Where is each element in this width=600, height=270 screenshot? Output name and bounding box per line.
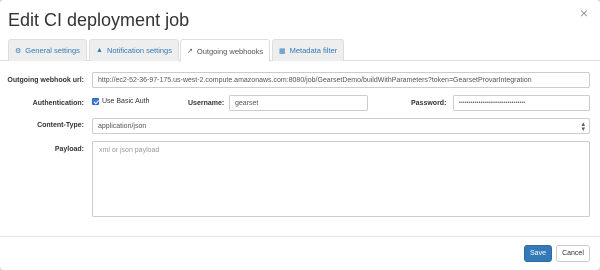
password-label: Password: <box>411 100 447 107</box>
tab-label: Metadata filter <box>289 46 338 55</box>
footer-divider <box>0 236 600 237</box>
close-icon[interactable]: × <box>580 6 588 20</box>
edit-ci-job-dialog: × Edit CI deployment job ⚙ General setti… <box>0 0 600 270</box>
payload-textarea[interactable]: xml or json payload <box>92 141 590 217</box>
webhook-url-label: Outgoing webhook url: <box>7 77 84 84</box>
dialog-title: Edit CI deployment job <box>8 10 190 30</box>
select-updown-icon: ▴ ▾ <box>581 121 585 133</box>
basic-auth-checkbox[interactable] <box>92 98 99 105</box>
password-input[interactable]: •••••••••••••••••••••••••••••••••• <box>453 95 590 111</box>
content-type-select[interactable]: application/json ▴ ▾ <box>92 118 590 134</box>
bell-icon: ▲ <box>96 47 103 54</box>
username-input[interactable]: gearset <box>229 95 368 111</box>
tab-bar: ⚙ General settings ▲ Notification settin… <box>0 37 600 62</box>
tab-notification-settings[interactable]: ▲ Notification settings <box>89 39 179 61</box>
basic-auth-label: Use Basic Auth <box>102 98 150 105</box>
tab-general-settings[interactable]: ⚙ General settings <box>8 39 87 61</box>
tab-label: General settings <box>25 46 80 55</box>
username-label: Username: <box>188 100 225 107</box>
content-type-label: Content-Type: <box>37 122 84 129</box>
content-type-value: application/json <box>98 122 147 130</box>
basic-auth-toggle[interactable]: Use Basic Auth <box>92 98 149 105</box>
webhook-url-input[interactable]: http://ec2-52-36-97-175.us-west-2.comput… <box>92 72 590 88</box>
tab-outgoing-webhooks[interactable]: ↗ Outgoing webhooks <box>180 39 271 62</box>
cancel-button[interactable]: Cancel <box>556 245 590 262</box>
share-icon: ↗ <box>187 48 193 55</box>
gear-icon: ⚙ <box>15 47 22 55</box>
authentication-label: Authentication: <box>32 100 84 107</box>
tab-metadata-filter[interactable]: ▦ Metadata filter <box>272 39 345 61</box>
save-button[interactable]: Save <box>524 245 552 262</box>
tab-label: Outgoing webhooks <box>196 46 264 56</box>
payload-label: Payload: <box>54 146 84 153</box>
table-icon: ▦ <box>279 47 286 55</box>
tab-label: Notification settings <box>106 46 172 55</box>
